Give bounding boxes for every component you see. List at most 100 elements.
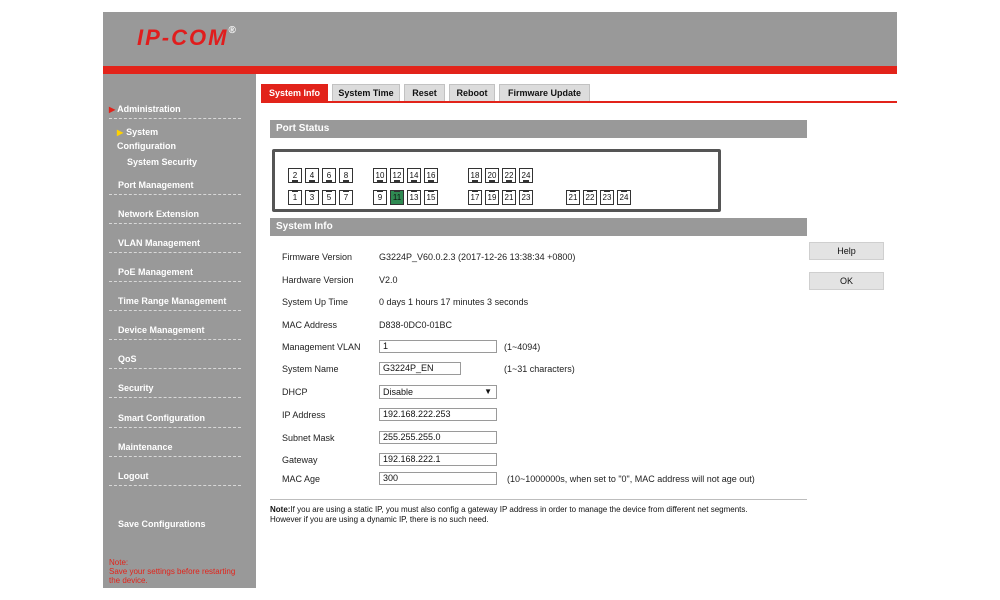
ok-button[interactable]: OK bbox=[809, 272, 884, 290]
port-7[interactable]: 7 bbox=[339, 190, 353, 205]
port-19[interactable]: 19 bbox=[485, 190, 499, 205]
section-header-port-status: Port Status bbox=[270, 120, 807, 138]
port-jack-icon bbox=[428, 190, 434, 192]
port-24-sfp[interactable]: 24 bbox=[617, 190, 631, 205]
port-jack-icon bbox=[343, 180, 349, 182]
port-jack-icon bbox=[394, 190, 400, 192]
sidebar-item-port-management[interactable]: Port Management bbox=[109, 180, 241, 195]
sidebar-item-security[interactable]: Security bbox=[109, 383, 241, 398]
port-13[interactable]: 13 bbox=[407, 190, 421, 205]
port-5[interactable]: 5 bbox=[322, 190, 336, 205]
tab-firmware-update[interactable]: Firmware Update bbox=[499, 84, 590, 101]
port-21-sfp[interactable]: 21 bbox=[566, 190, 580, 205]
management-vlan-hint: (1~4094) bbox=[504, 342, 541, 352]
help-button[interactable]: Help bbox=[809, 242, 884, 260]
tab-system-info[interactable]: System Info bbox=[261, 84, 328, 101]
sidebar-item-logout[interactable]: Logout bbox=[109, 471, 241, 486]
port-jack-icon bbox=[394, 180, 400, 182]
port-jack-icon bbox=[377, 190, 383, 192]
port-jack-icon bbox=[343, 190, 349, 192]
dhcp-label: DHCP bbox=[282, 387, 308, 397]
sidebar-item-time-range-management[interactable]: Time Range Management bbox=[109, 296, 241, 311]
sidebar-item-smart-configuration[interactable]: Smart Configuration bbox=[109, 413, 241, 428]
row-mac-address: MAC Address D838-0DC0-01BC bbox=[270, 314, 807, 336]
port-1[interactable]: 1 bbox=[288, 190, 302, 205]
page-note: Note:If you are using a static IP, you m… bbox=[270, 505, 830, 525]
port-status-panel: 2 4 6 8 10 12 14 16 18 20 22 24 1 3 5 7 9 11 13 15 17 19 21 23 2… bbox=[272, 149, 721, 212]
brand-logo: IP-COM® bbox=[137, 24, 236, 50]
sidebar-subitem-system-configuration-line2[interactable]: Configuration bbox=[117, 141, 176, 151]
port-jack-icon bbox=[292, 180, 298, 182]
sidebar-item-network-extension[interactable]: Network Extension bbox=[109, 209, 241, 224]
port-8[interactable]: 8 bbox=[339, 168, 353, 183]
management-vlan-label: Management VLAN bbox=[282, 342, 361, 352]
subnet-mask-input[interactable]: 255.255.255.0 bbox=[379, 431, 497, 444]
port-2[interactable]: 2 bbox=[288, 168, 302, 183]
system-name-input[interactable]: G3224P_EN bbox=[379, 362, 461, 375]
port-15[interactable]: 15 bbox=[424, 190, 438, 205]
port-21[interactable]: 21 bbox=[502, 190, 516, 205]
port-18[interactable]: 18 bbox=[468, 168, 482, 183]
tab-reset[interactable]: Reset bbox=[404, 84, 445, 101]
page-note-text: If you are using a static IP, you must a… bbox=[290, 505, 748, 514]
row-ip-address: IP Address 192.168.222.253 bbox=[270, 404, 807, 426]
note-divider bbox=[270, 499, 807, 500]
port-10[interactable]: 10 bbox=[373, 168, 387, 183]
tab-reboot[interactable]: Reboot bbox=[449, 84, 495, 101]
row-dhcp: DHCP Disable ▼ bbox=[270, 381, 807, 403]
port-jack-icon bbox=[472, 180, 478, 182]
mac-age-hint: (10~1000000s, when set to "0", MAC addre… bbox=[507, 474, 755, 484]
sidebar-subitem-system-security[interactable]: System Security bbox=[127, 157, 197, 167]
sidebar-item-vlan-management[interactable]: VLAN Management bbox=[109, 238, 241, 253]
port-12[interactable]: 12 bbox=[390, 168, 404, 183]
port-22[interactable]: 22 bbox=[502, 168, 516, 183]
gateway-input[interactable]: 192.168.222.1 bbox=[379, 453, 497, 466]
mac-address-value: D838-0DC0-01BC bbox=[379, 320, 453, 330]
port-jack-icon bbox=[292, 190, 298, 192]
mac-age-input[interactable]: 300 bbox=[379, 472, 497, 485]
caret-down-icon: ▼ bbox=[484, 387, 492, 396]
sidebar-item-device-management[interactable]: Device Management bbox=[109, 325, 241, 340]
port-9[interactable]: 9 bbox=[373, 190, 387, 205]
sidebar-note-text: Save your settings before restarting the… bbox=[109, 567, 236, 585]
port-20[interactable]: 20 bbox=[485, 168, 499, 183]
sidebar-item-save-configurations[interactable]: Save Configurations bbox=[109, 519, 241, 533]
port-11[interactable]: 11 bbox=[390, 190, 404, 205]
sidebar-item-administration[interactable]: ▶ Administration bbox=[109, 104, 241, 119]
port-14[interactable]: 14 bbox=[407, 168, 421, 183]
firmware-version-label: Firmware Version bbox=[282, 252, 353, 262]
port-jack-icon bbox=[489, 180, 495, 182]
port-jack-icon bbox=[472, 190, 478, 192]
sidebar-item-maintenance[interactable]: Maintenance bbox=[109, 442, 241, 457]
row-firmware-version: Firmware Version G3224P_V60.0.2.3 (2017-… bbox=[270, 246, 807, 268]
port-jack-icon bbox=[326, 180, 332, 182]
dhcp-select[interactable]: Disable ▼ bbox=[379, 385, 497, 399]
row-subnet-mask: Subnet Mask 255.255.255.0 bbox=[270, 427, 807, 449]
port-jack-icon bbox=[326, 190, 332, 192]
system-name-label: System Name bbox=[282, 364, 339, 374]
port-23[interactable]: 23 bbox=[519, 190, 533, 205]
tab-system-time[interactable]: System Time bbox=[332, 84, 400, 101]
firmware-version-value: G3224P_V60.0.2.3 (2017-12-26 13:38:34 +0… bbox=[379, 252, 576, 262]
page-note-line2: However if you are using a dynamic IP, t… bbox=[270, 515, 489, 524]
port-4[interactable]: 4 bbox=[305, 168, 319, 183]
port-23-sfp[interactable]: 23 bbox=[600, 190, 614, 205]
row-hardware-version: Hardware Version V2.0 bbox=[270, 269, 807, 291]
port-17[interactable]: 17 bbox=[468, 190, 482, 205]
management-vlan-input[interactable]: 1 bbox=[379, 340, 497, 353]
port-3[interactable]: 3 bbox=[305, 190, 319, 205]
port-6[interactable]: 6 bbox=[322, 168, 336, 183]
port-jack-icon bbox=[411, 180, 417, 182]
port-24[interactable]: 24 bbox=[519, 168, 533, 183]
ip-address-input[interactable]: 192.168.222.253 bbox=[379, 408, 497, 421]
port-16[interactable]: 16 bbox=[424, 168, 438, 183]
ip-address-label: IP Address bbox=[282, 410, 326, 420]
sidebar-item-poe-management[interactable]: PoE Management bbox=[109, 267, 241, 282]
sidebar-subitem-system-configuration[interactable]: ▶ System bbox=[117, 127, 158, 137]
row-mac-age: MAC Age 300 (10~1000000s, when set to "0… bbox=[270, 468, 807, 490]
port-jack-icon bbox=[309, 190, 315, 192]
system-up-time-label: System Up Time bbox=[282, 297, 349, 307]
port-jack-icon bbox=[489, 190, 495, 192]
port-22-sfp[interactable]: 22 bbox=[583, 190, 597, 205]
sidebar-item-qos[interactable]: QoS bbox=[109, 354, 241, 369]
